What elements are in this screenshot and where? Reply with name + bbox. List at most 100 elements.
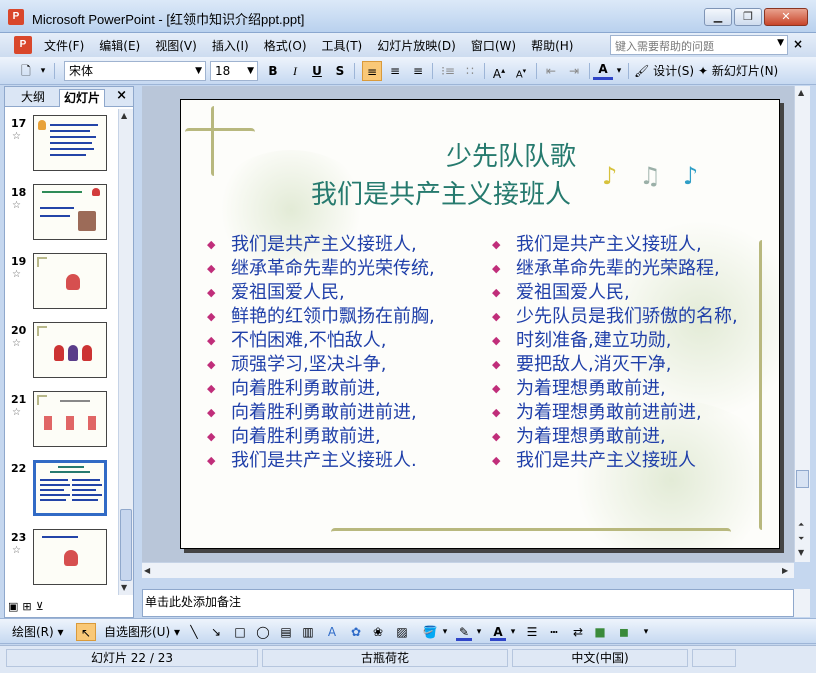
slide-thumbnail-image[interactable] bbox=[33, 184, 107, 240]
rectangle-tool-icon[interactable]: □ bbox=[232, 623, 248, 641]
slide-thumbnail-18[interactable]: 18 ☆ bbox=[5, 180, 117, 242]
restore-button[interactable]: ❐ bbox=[734, 8, 762, 26]
slide-thumbnail-17[interactable]: 17 ☆ bbox=[5, 111, 117, 173]
slide-thumbnail-21[interactable]: 21 ☆ bbox=[5, 387, 117, 449]
menu-window[interactable]: 窗口(W) bbox=[471, 37, 516, 54]
menu-file[interactable]: 文件(F) bbox=[44, 37, 84, 54]
scroll-up-icon[interactable]: ▲ bbox=[798, 88, 804, 97]
slide-thumbnail-20[interactable]: 20 ☆ bbox=[5, 318, 117, 380]
arrow-tool-icon[interactable]: ↘ bbox=[208, 623, 224, 641]
menu-slideshow[interactable]: 幻灯片放映(D) bbox=[377, 37, 456, 54]
fill-color-icon[interactable]: 🪣 bbox=[422, 623, 438, 641]
menu-help[interactable]: 帮助(H) bbox=[531, 37, 573, 54]
tab-outline[interactable]: 大纲 bbox=[17, 89, 49, 107]
lyrics-left-column[interactable]: ◆ 我们是共产主义接班人, ◆ 继承革命先辈的光荣传统, ◆ 爱祖国爱人民, ◆ 鲜艳的… bbox=[207, 230, 435, 471]
font-color-icon[interactable]: A bbox=[490, 623, 506, 641]
font-name-select[interactable]: 宋体 ▼ bbox=[64, 61, 206, 81]
textbox-tool-icon[interactable]: ▤ bbox=[278, 623, 294, 641]
slide-thumbnail-image[interactable] bbox=[33, 529, 107, 585]
chevron-down-icon[interactable]: ▼ bbox=[777, 38, 784, 48]
menu-insert[interactable]: 插入(I) bbox=[212, 37, 249, 54]
3d-style-icon[interactable]: ◼ bbox=[616, 623, 632, 641]
font-color-icon[interactable]: A bbox=[593, 61, 613, 80]
toolbar-options-icon[interactable]: ▾ bbox=[38, 61, 48, 81]
underline-button[interactable]: U bbox=[307, 61, 327, 81]
document-control-icon[interactable]: P bbox=[14, 36, 32, 54]
previous-slide-icon[interactable]: ⏶ bbox=[798, 520, 804, 530]
diagram-icon[interactable]: ✿ bbox=[348, 623, 364, 641]
notes-field[interactable]: 单击此处添加备注 bbox=[142, 589, 794, 617]
menu-view[interactable]: 视图(V) bbox=[155, 37, 197, 54]
line-tool-icon[interactable]: ╲ bbox=[186, 623, 202, 641]
select-objects-icon[interactable]: ↖ bbox=[76, 623, 96, 641]
help-search-input[interactable]: 键入需要帮助的问题 ▼ bbox=[610, 35, 788, 55]
tab-slides[interactable]: 幻灯片 bbox=[59, 89, 106, 107]
scroll-down-icon[interactable]: ▼ bbox=[798, 548, 804, 557]
bullet-list-icon[interactable]: ∷ bbox=[460, 61, 480, 81]
increase-indent-icon[interactable]: ⇥ bbox=[564, 61, 584, 81]
slide-title-line2[interactable]: 我们是共产主义接班人 bbox=[241, 174, 641, 211]
slide-thumbnail-image[interactable] bbox=[33, 322, 107, 378]
bold-button[interactable]: B bbox=[263, 61, 283, 81]
document-close-button[interactable]: × bbox=[793, 37, 803, 51]
chevron-down-icon[interactable]: ▼ bbox=[247, 62, 254, 80]
slide-thumbnail-image[interactable] bbox=[33, 391, 107, 447]
arrow-style-icon[interactable]: ⇄ bbox=[570, 623, 586, 641]
slide-vertical-scrollbar[interactable]: ▲ ⏶ ⏷ ▼ bbox=[794, 86, 810, 562]
slide-thumbnail-19[interactable]: 19 ☆ bbox=[5, 249, 117, 311]
numbered-list-icon[interactable]: ⁝≡ bbox=[438, 61, 458, 81]
scroll-up-icon[interactable]: ▲ bbox=[121, 111, 127, 120]
italic-button[interactable]: I bbox=[285, 61, 305, 81]
scrollbar-thumb[interactable] bbox=[796, 470, 809, 488]
menu-tools[interactable]: 工具(T) bbox=[322, 37, 363, 54]
chevron-down-icon[interactable]: ▼ bbox=[195, 62, 202, 80]
decrease-indent-icon[interactable]: ⇤ bbox=[541, 61, 561, 81]
line-color-icon[interactable]: ✎ bbox=[456, 623, 472, 641]
clipart-icon[interactable]: ❀ bbox=[370, 623, 386, 641]
scroll-down-icon[interactable]: ▼ bbox=[121, 583, 127, 592]
align-right-icon[interactable]: ≡ bbox=[408, 61, 428, 81]
line-style-icon[interactable]: ☰ bbox=[524, 623, 540, 641]
powerpoint-app-icon[interactable]: P bbox=[8, 9, 24, 25]
language-status[interactable]: 中文(中国) bbox=[512, 649, 688, 667]
new-document-icon[interactable]: 🗋 bbox=[16, 61, 36, 81]
shadow-button[interactable]: S bbox=[330, 61, 350, 81]
align-left-icon[interactable]: ≡ bbox=[362, 61, 382, 81]
notes-scrollbar[interactable] bbox=[794, 589, 810, 617]
align-center-icon[interactable]: ≡ bbox=[385, 61, 405, 81]
vertical-textbox-icon[interactable]: ▥ bbox=[300, 623, 316, 641]
picture-icon[interactable]: ▨ bbox=[394, 623, 410, 641]
slide-thumbnail-image[interactable] bbox=[33, 460, 107, 516]
lyrics-right-column[interactable]: ◆ 我们是共产主义接班人, ◆ 继承革命先辈的光荣路程, ◆ 爱祖国爱人民, ◆ 少先队… bbox=[492, 230, 738, 471]
slideshow-view-icon[interactable]: ⊻ bbox=[36, 600, 44, 613]
shadow-style-icon[interactable]: ■ bbox=[592, 623, 608, 641]
wordart-icon[interactable]: A bbox=[324, 623, 340, 641]
decrease-font-icon[interactable]: A▾ bbox=[511, 61, 531, 81]
design-button[interactable]: 🖌 设计(S) bbox=[634, 61, 694, 81]
increase-font-icon[interactable]: A▴ bbox=[489, 61, 509, 81]
autoshapes-menu-button[interactable]: 自选图形(U) ▾ bbox=[104, 623, 180, 641]
normal-view-icon[interactable]: ▣ bbox=[8, 600, 18, 613]
scroll-right-icon[interactable]: ▶ bbox=[782, 566, 788, 575]
menu-format[interactable]: 格式(O) bbox=[264, 37, 307, 54]
next-slide-icon[interactable]: ⏷ bbox=[798, 534, 804, 544]
chevron-down-icon[interactable]: ▾ bbox=[508, 623, 518, 641]
slide-sorter-view-icon[interactable]: ⊞ bbox=[22, 600, 31, 613]
close-button[interactable]: ✕ bbox=[764, 8, 808, 26]
slide-canvas[interactable]: 少先队队歌 我们是共产主义接班人 ♪ ♫ ♪ ◆ 我们是共产主义接班人, ◆ 继承革… bbox=[180, 99, 780, 549]
pane-close-button[interactable]: × bbox=[116, 88, 127, 103]
scrollbar-thumb[interactable] bbox=[120, 509, 132, 581]
dash-style-icon[interactable]: ┅ bbox=[546, 623, 562, 641]
slide-thumbnail-image[interactable] bbox=[33, 253, 107, 309]
minimize-button[interactable]: ▁ bbox=[704, 8, 732, 26]
font-size-select[interactable]: 18 ▼ bbox=[210, 61, 258, 81]
slide-thumbnail-22[interactable]: 22 bbox=[5, 456, 117, 518]
draw-menu-button[interactable]: 绘图(R) ▾ bbox=[12, 623, 64, 641]
oval-tool-icon[interactable]: ◯ bbox=[254, 623, 272, 641]
chevron-down-icon[interactable]: ▾ bbox=[614, 61, 624, 81]
slides-pane-scrollbar[interactable]: ▲ ▼ bbox=[118, 109, 133, 595]
scroll-left-icon[interactable]: ◀ bbox=[144, 566, 150, 575]
slide-thumbnail-23[interactable]: 23 ☆ bbox=[5, 525, 117, 587]
new-slide-button[interactable]: ✦ 新幻灯片(N) bbox=[698, 61, 778, 81]
menu-edit[interactable]: 编辑(E) bbox=[99, 37, 140, 54]
